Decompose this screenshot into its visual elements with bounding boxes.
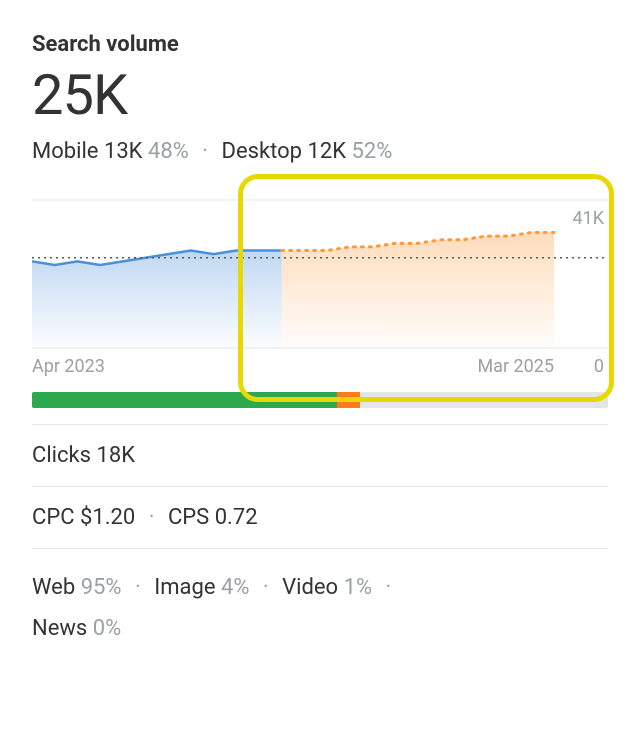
video-pct: 1% [344,575,372,600]
separator-dot: · [135,575,141,600]
svg-text:41K: 41K [572,208,604,229]
difficulty-bar-green [32,392,337,408]
cpc-cps-row: CPC $1.20 · CPS 0.72 [32,486,608,548]
mobile-label: Mobile [32,139,98,164]
clicks-row: Clicks 18K [32,424,608,486]
separator-dot: · [386,575,392,600]
search-volume-total: 25K [32,65,608,127]
cpc-value: $1.20 [80,505,135,530]
web-pct: 95% [81,575,122,600]
image-pct: 4% [221,575,249,600]
cps-value: 0.72 [215,505,258,530]
mobile-pct: 48% [148,139,189,164]
difficulty-bar-orange [337,392,360,408]
section-title: Search volume [32,32,608,57]
chart-svg: 41K 0 Apr 2023 Mar 2025 [32,180,608,380]
desktop-label: Desktop [222,139,303,164]
separator-dot: · [263,575,269,600]
svg-text:Apr 2023: Apr 2023 [32,356,105,377]
news-label: News [32,616,87,641]
device-breakdown: Mobile 13K 48% · Desktop 12K 52% [32,139,608,164]
desktop-pct: 52% [351,139,392,164]
web-label: Web [32,575,75,600]
cps-label: CPS [168,505,209,530]
desktop-value: 12K [307,139,346,164]
volume-chart: 41K 0 Apr 2023 Mar 2025 [32,180,608,380]
separator-dot: · [202,139,208,164]
difficulty-bar [32,392,608,408]
news-pct: 0% [93,616,121,641]
image-label: Image [154,575,215,600]
cpc-label: CPC [32,505,75,530]
svg-text:Mar 2025: Mar 2025 [477,356,554,377]
mobile-value: 13K [104,139,143,164]
serp-breakdown-row: Web 95% · Image 4% · Video 1% · News 0% [32,548,608,669]
separator-dot: · [149,505,155,530]
clicks-value: 18K [97,443,136,468]
svg-text:0: 0 [594,356,604,377]
clicks-label: Clicks [32,443,91,468]
video-label: Video [282,575,338,600]
